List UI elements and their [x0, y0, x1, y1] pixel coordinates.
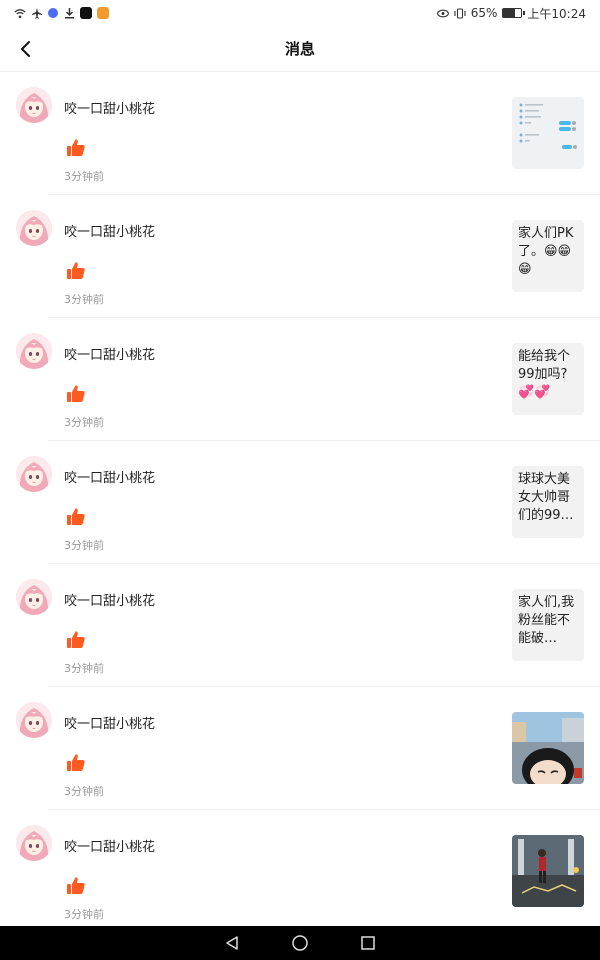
status-bar: 65% 上午10:24: [0, 0, 600, 26]
username[interactable]: 咬一口甜小桃花: [64, 590, 155, 609]
system-home-button[interactable]: [290, 933, 310, 953]
app-notification-icon: [48, 8, 58, 18]
thumbnail-text: 家人们PK了。😁😁😁: [518, 226, 574, 277]
avatar[interactable]: [16, 825, 52, 861]
avatar[interactable]: [16, 579, 52, 615]
list-item[interactable]: 咬一口甜小桃花 3分钟前: [0, 687, 600, 810]
avatar[interactable]: [16, 87, 52, 123]
timestamp: 3分钟前: [64, 539, 104, 552]
thumbnail-text: 家人们,我粉丝能不能破…: [518, 595, 575, 646]
message-thumbnail[interactable]: 家人们PK了。😁😁😁: [512, 220, 584, 292]
system-back-button[interactable]: [222, 933, 242, 953]
username[interactable]: 咬一口甜小桃花: [64, 344, 155, 363]
message-thumbnail[interactable]: 家人们,我粉丝能不能破…: [512, 589, 584, 661]
battery-fill: [503, 9, 516, 17]
timestamp: 3分钟前: [64, 293, 104, 306]
message-thumbnail[interactable]: 能给我个99加吗?💞💞: [512, 343, 584, 415]
timestamp: 3分钟前: [64, 908, 104, 921]
username[interactable]: 咬一口甜小桃花: [64, 836, 155, 855]
battery-percent: 65%: [470, 6, 498, 20]
timestamp: 3分钟前: [64, 170, 104, 183]
square-recent-icon: [361, 936, 375, 950]
nav-bar: 消息: [0, 26, 600, 72]
list-item[interactable]: 咬一口甜小桃花 3分钟前 能给我个99加吗?💞💞: [0, 318, 600, 441]
message-thumbnail[interactable]: 球球大美女大帅哥们的99…: [512, 466, 584, 538]
list-item[interactable]: 咬一口甜小桃花 3分钟前 球球大美女大帅哥们的99…: [0, 441, 600, 564]
airplane-icon: [31, 7, 43, 19]
timestamp: 3分钟前: [64, 416, 104, 429]
page-title: 消息: [284, 40, 315, 58]
back-button[interactable]: [12, 36, 38, 62]
username[interactable]: 咬一口甜小桃花: [64, 221, 155, 240]
thumbs-up-icon: [66, 138, 88, 158]
thumbs-up-icon: [66, 384, 88, 404]
list-item[interactable]: 咬一口甜小桃花 3分钟前 家人们PK了。😁😁😁: [0, 195, 600, 318]
tiktok-app-icon: [80, 7, 92, 19]
download-icon: [63, 7, 75, 19]
list-item[interactable]: 咬一口甜小桃花 3分钟前: [0, 810, 600, 926]
avatar[interactable]: [16, 333, 52, 369]
avatar[interactable]: [16, 210, 52, 246]
list-item[interactable]: 咬一口甜小桃花 3分钟前 家人们,我粉丝能不能破…: [0, 564, 600, 687]
chevron-left-icon: [20, 41, 30, 57]
video-app-icon: [97, 7, 109, 19]
status-left: [14, 7, 109, 19]
triangle-back-icon: [226, 936, 238, 950]
username[interactable]: 咬一口甜小桃花: [64, 467, 155, 486]
message-thumbnail[interactable]: [512, 835, 584, 907]
system-recent-button[interactable]: [358, 933, 378, 953]
battery-icon: [502, 8, 526, 18]
eye-icon: [436, 7, 449, 19]
list-item[interactable]: 咬一口甜小桃花 3分钟前: [0, 72, 600, 195]
message-thumbnail[interactable]: [512, 97, 584, 169]
thumbs-up-icon: [66, 261, 88, 281]
timestamp: 3分钟前: [64, 785, 104, 798]
thumbs-up-icon: [66, 507, 88, 527]
wifi-icon: [14, 7, 26, 19]
message-thumbnail[interactable]: [512, 712, 584, 784]
vibrate-icon: [454, 7, 466, 19]
thumbnail-text: 能给我个99加吗?💞💞: [518, 349, 571, 400]
chat-screenshot-image: [512, 97, 584, 169]
username[interactable]: 咬一口甜小桃花: [64, 98, 155, 117]
timestamp: 3分钟前: [64, 662, 104, 675]
username[interactable]: 咬一口甜小桃花: [64, 713, 155, 732]
game-screenshot-image: [512, 712, 584, 784]
thumbs-up-icon: [66, 630, 88, 650]
system-nav-bar: [0, 926, 600, 960]
avatar[interactable]: [16, 702, 52, 738]
thumbs-up-icon: [66, 876, 88, 896]
circle-home-icon: [292, 935, 308, 951]
message-list[interactable]: 咬一口甜小桃花 3分钟前 咬一口甜小桃花 3分钟前 家人们PK了。😁�: [0, 72, 600, 926]
thumbs-up-icon: [66, 753, 88, 773]
avatar[interactable]: [16, 456, 52, 492]
status-right: 65% 上午10:24: [436, 5, 586, 22]
clock: 上午10:24: [527, 6, 586, 21]
thumbnail-text: 球球大美女大帅哥们的99…: [518, 472, 574, 523]
game-screenshot-image: [512, 835, 584, 907]
